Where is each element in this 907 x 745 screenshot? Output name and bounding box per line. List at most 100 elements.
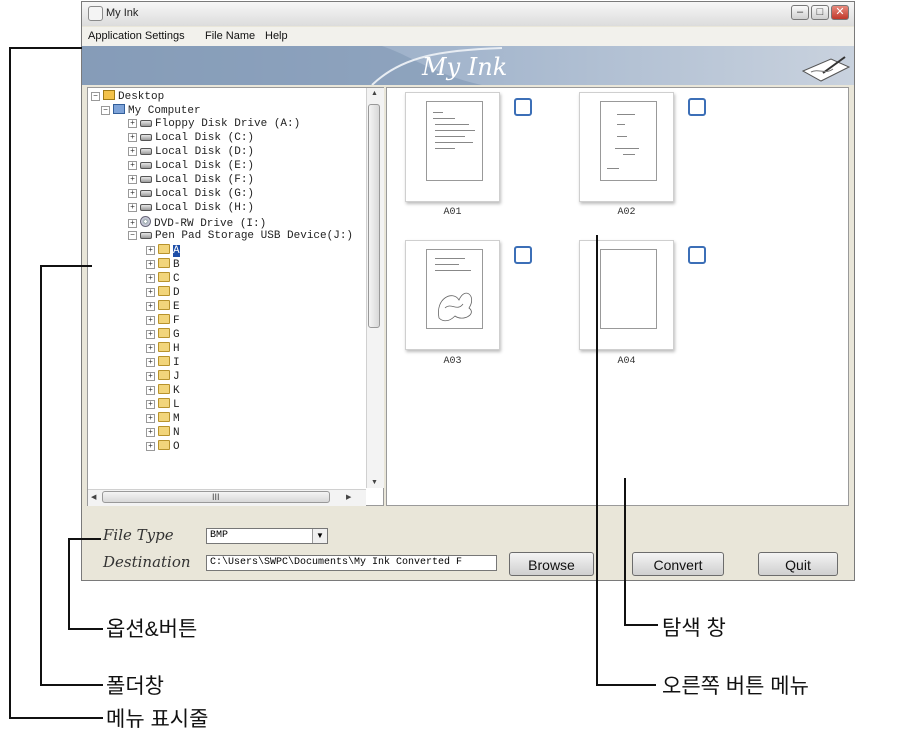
expand-icon[interactable]: + xyxy=(128,189,137,198)
folder-icon xyxy=(158,244,170,254)
tree-item[interactable]: − Desktop xyxy=(91,90,164,103)
browse-button[interactable]: Browse xyxy=(509,552,594,576)
tree-item[interactable]: + Floppy Disk Drive (A:) xyxy=(128,118,300,131)
tree-item-label: Local Disk (E:) xyxy=(155,160,255,172)
expand-icon[interactable]: + xyxy=(146,260,155,269)
minimize-button[interactable]: – xyxy=(791,5,809,20)
folder-tree-pane[interactable]: − Desktop − My Computer + Floppy Disk Drive (… xyxy=(87,87,384,506)
expand-icon[interactable]: + xyxy=(146,442,155,451)
tree-item-label: F xyxy=(173,315,180,327)
tree-item[interactable]: + Local Disk (H:) xyxy=(128,202,254,215)
title-bar[interactable] xyxy=(82,2,854,26)
thumbnail-card-a03[interactable] xyxy=(405,240,532,350)
disk-icon xyxy=(140,176,152,183)
quit-button[interactable]: Quit xyxy=(758,552,838,576)
folder-icon xyxy=(158,412,170,422)
tree-item[interactable]: + L xyxy=(146,398,180,411)
collapse-icon[interactable]: − xyxy=(128,231,137,240)
menu-help[interactable]: Help xyxy=(265,30,288,42)
thumbnail-card-a04[interactable] xyxy=(579,240,706,350)
callout-line xyxy=(40,684,103,686)
thumbnail-checkbox[interactable] xyxy=(514,98,532,116)
tree-item[interactable]: + Local Disk (E:) xyxy=(128,160,254,173)
maximize-button[interactable]: □ xyxy=(811,5,829,20)
expand-icon[interactable]: + xyxy=(146,288,155,297)
tree-item[interactable]: + M xyxy=(146,412,180,425)
expand-icon[interactable]: + xyxy=(128,147,137,156)
convert-button[interactable]: Convert xyxy=(632,552,724,576)
callout-line xyxy=(40,265,42,686)
thumbnail-label: A04 xyxy=(617,356,636,367)
file-type-label: File Type xyxy=(103,526,174,544)
thumbnail-checkbox[interactable] xyxy=(688,246,706,264)
expand-icon[interactable]: + xyxy=(146,246,155,255)
tree-item[interactable]: + Local Disk (G:) xyxy=(128,188,254,201)
disk-icon xyxy=(140,204,152,211)
tree-item[interactable]: + J xyxy=(146,370,180,383)
expand-icon[interactable]: + xyxy=(146,316,155,325)
scroll-up-icon[interactable]: ▲ xyxy=(371,90,378,97)
expand-icon[interactable]: + xyxy=(128,219,137,228)
tree-item[interactable]: + DVD-RW Drive (I:) xyxy=(128,216,266,230)
menu-bar xyxy=(82,27,854,46)
tree-item[interactable]: + Local Disk (F:) xyxy=(128,174,254,187)
tree-item[interactable]: + A xyxy=(146,244,180,257)
tree-item[interactable]: + E xyxy=(146,300,180,313)
thumbnail-label: A02 xyxy=(617,207,636,218)
expand-icon[interactable]: + xyxy=(128,203,137,212)
expand-icon[interactable]: + xyxy=(146,274,155,283)
chevron-down-icon[interactable]: ▼ xyxy=(312,529,327,543)
collapse-icon[interactable]: − xyxy=(91,92,100,101)
tree-item[interactable]: + N xyxy=(146,426,180,439)
menu-file-name[interactable]: File Name xyxy=(205,30,255,42)
expand-icon[interactable]: + xyxy=(146,428,155,437)
tree-item[interactable]: − My Computer xyxy=(101,104,201,117)
tree-item[interactable]: − Pen Pad Storage USB Device(J:) xyxy=(128,230,353,243)
expand-icon[interactable]: + xyxy=(128,133,137,142)
expand-icon[interactable]: + xyxy=(128,119,137,128)
tree-item[interactable]: + Local Disk (C:) xyxy=(128,132,254,145)
tree-item[interactable]: + D xyxy=(146,286,180,299)
thumbnail-checkbox[interactable] xyxy=(514,246,532,264)
scroll-down-icon[interactable]: ▼ xyxy=(371,479,378,486)
expand-icon[interactable]: + xyxy=(128,161,137,170)
tree-item[interactable]: + G xyxy=(146,328,180,341)
tree-item[interactable]: + H xyxy=(146,342,180,355)
dvd-icon xyxy=(140,216,151,227)
expand-icon[interactable]: + xyxy=(146,344,155,353)
scroll-right-icon[interactable]: ▶ xyxy=(346,493,351,501)
thumbnail-label: A03 xyxy=(443,356,462,367)
collapse-icon[interactable]: − xyxy=(101,106,110,115)
thumbnail-card-a01[interactable] xyxy=(405,92,532,202)
scroll-left-icon[interactable]: ◀ xyxy=(91,493,96,501)
tree-item[interactable]: + F xyxy=(146,314,180,327)
tree-item-label: B xyxy=(173,259,180,271)
tree-item[interactable]: + O xyxy=(146,440,180,453)
tree-item[interactable]: + K xyxy=(146,384,180,397)
expand-icon[interactable]: + xyxy=(146,400,155,409)
tree-item[interactable]: + I xyxy=(146,356,180,369)
tree-item-label: Floppy Disk Drive (A:) xyxy=(155,118,301,130)
annotation-right-button-menu: 오른쪽 버튼 메뉴 xyxy=(662,675,809,698)
expand-icon[interactable]: + xyxy=(146,330,155,339)
tree-item[interactable]: + C xyxy=(146,272,180,285)
destination-field[interactable]: C:\Users\SWPC\Documents\My Ink Converted… xyxy=(206,555,497,571)
disk-icon xyxy=(140,190,152,197)
tree-item[interactable]: + Local Disk (D:) xyxy=(128,146,254,159)
expand-icon[interactable]: + xyxy=(146,414,155,423)
expand-icon[interactable]: + xyxy=(146,372,155,381)
drive-icon xyxy=(140,120,152,127)
thumbnail-checkbox[interactable] xyxy=(688,98,706,116)
tree-item[interactable]: + B xyxy=(146,258,180,271)
close-button[interactable]: ✕ xyxy=(831,5,849,20)
expand-icon[interactable]: + xyxy=(146,386,155,395)
thumbnail-card-a02[interactable] xyxy=(579,92,706,202)
tree-scroll-thumb[interactable] xyxy=(368,104,380,328)
expand-icon[interactable]: + xyxy=(146,358,155,367)
expand-icon[interactable]: + xyxy=(146,302,155,311)
expand-icon[interactable]: + xyxy=(128,175,137,184)
menu-application-settings[interactable]: Application Settings xyxy=(88,30,185,42)
file-type-select[interactable]: BMP xyxy=(206,528,328,544)
tree-item-label: Local Disk (F:) xyxy=(155,174,255,186)
callout-line xyxy=(68,538,101,540)
